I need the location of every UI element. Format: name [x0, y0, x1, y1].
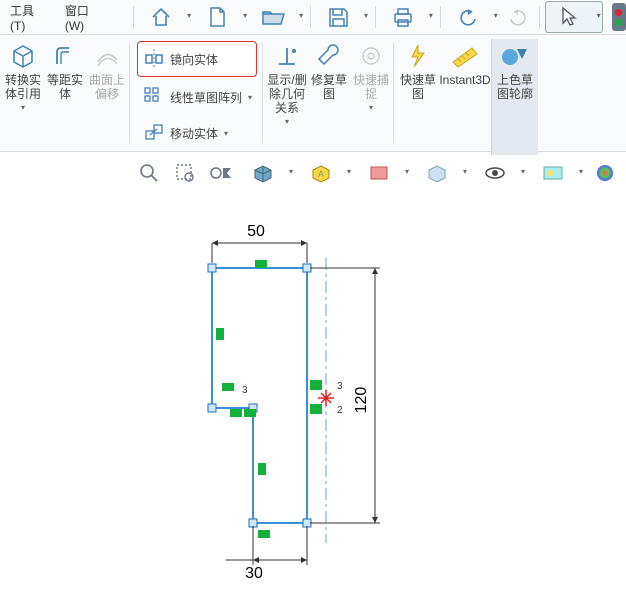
menu-window[interactable]: 窗口(W) — [55, 0, 113, 34]
svg-text:120: 120 — [353, 387, 370, 414]
zoom-fit-button[interactable] — [133, 157, 165, 189]
ribbon: 转换实 体引用 ▾ 等距实 体 曲面上 偏移 镜向实体 — [0, 35, 626, 152]
undo-button[interactable] — [446, 1, 500, 33]
dropdown-caret-icon: ▾ — [21, 101, 25, 112]
save-button[interactable] — [316, 1, 370, 33]
perp-icon — [272, 41, 302, 71]
toolbar-divider — [440, 6, 441, 28]
svg-text:50: 50 — [247, 223, 265, 240]
repair-sketch-button[interactable]: 修复草 图 — [308, 39, 350, 103]
redo-button[interactable] — [502, 1, 534, 33]
ruler3d-icon — [450, 41, 480, 71]
lightning-icon — [403, 41, 433, 71]
menubar: 工具(T) 窗口(W) — [0, 0, 626, 35]
toolbar-divider — [375, 6, 376, 28]
rapid-sketch-button[interactable]: 快速草 图 — [397, 39, 439, 103]
section-view-button[interactable] — [241, 157, 295, 189]
view-orientation-button[interactable]: A — [299, 157, 353, 189]
zoom-area-button[interactable] — [169, 157, 201, 189]
move-label: 移动实体 — [170, 125, 218, 142]
dimension-120[interactable]: 120 — [310, 268, 380, 523]
wrench-icon — [314, 41, 344, 71]
dropdown-caret-icon: ▾ — [369, 101, 373, 112]
shaded-icon — [500, 41, 530, 71]
toolbar-divider — [133, 6, 134, 28]
dropdown-caret-icon: ▾ — [222, 129, 228, 138]
open-button[interactable] — [251, 1, 305, 33]
dropdown-caret-icon: ▾ — [246, 93, 252, 102]
offset-entities-button[interactable]: 等距实 体 — [44, 39, 86, 103]
shaded-contour-button[interactable]: 上色草 图轮廓 — [491, 39, 538, 155]
display-delete-relations-button[interactable]: 显示/删 除几何 关系 ▾ — [266, 39, 308, 128]
print-button[interactable] — [381, 1, 435, 33]
pattern-icon — [142, 85, 166, 109]
svg-text:2: 2 — [337, 405, 343, 416]
cube-icon — [8, 41, 38, 71]
pattern-label: 线性草图阵列 — [170, 89, 242, 106]
surface-offset-icon — [92, 41, 122, 71]
mirror-label: 镜向实体 — [170, 51, 218, 68]
appearance-button[interactable] — [589, 157, 621, 189]
move-icon — [142, 121, 166, 145]
toolbar-divider — [310, 6, 311, 28]
move-entities-button[interactable]: 移动实体 ▾ — [137, 117, 257, 149]
status-indicator — [612, 3, 626, 31]
new-button[interactable] — [195, 1, 249, 33]
scene-button[interactable] — [531, 157, 585, 189]
target-icon — [356, 41, 386, 71]
svg-text:A: A — [318, 169, 324, 179]
linear-pattern-button[interactable]: 线性草图阵列 ▾ — [137, 81, 257, 113]
convert-entities-button[interactable]: 转换实 体引用 ▾ — [2, 39, 44, 114]
surface-offset-button: 曲面上 偏移 — [86, 39, 128, 103]
mirror-entities-button[interactable]: 镜向实体 — [137, 41, 257, 77]
sketch-canvas[interactable]: 50 3 3 — [0, 188, 626, 606]
svg-text:3: 3 — [337, 381, 343, 392]
previous-view-button[interactable] — [205, 157, 237, 189]
home-button[interactable] — [139, 1, 193, 33]
toolbar-divider — [539, 6, 540, 28]
dropdown-caret-icon: ▾ — [285, 115, 289, 126]
instant3d-button[interactable]: Instant3D — [439, 39, 491, 89]
quick-snap-button: 快速捕 捉 ▾ — [350, 39, 392, 114]
select-tool[interactable] — [545, 1, 603, 33]
svg-text:3: 3 — [242, 385, 248, 396]
dimension-50[interactable]: 50 — [212, 223, 307, 263]
mirror-icon — [142, 47, 166, 71]
svg-text:30: 30 — [245, 565, 263, 582]
sketch-origin[interactable] — [318, 390, 334, 406]
hide-show-button[interactable] — [415, 157, 469, 189]
display-style-button[interactable] — [357, 157, 411, 189]
sketch-profile[interactable] — [208, 264, 311, 527]
offset-icon — [50, 41, 80, 71]
eye-button[interactable] — [473, 157, 527, 189]
menu-tools[interactable]: 工具(T) — [0, 0, 55, 34]
